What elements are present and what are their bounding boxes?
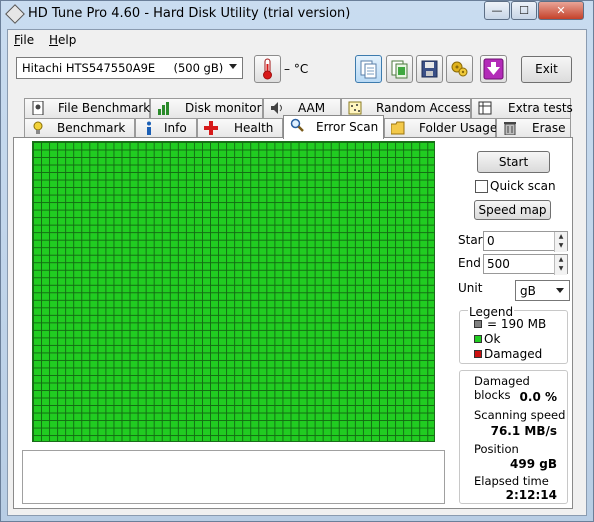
temperature-button[interactable] xyxy=(254,55,281,83)
block-size-label: = 190 MB xyxy=(487,317,547,331)
save-icon xyxy=(421,60,438,78)
ok-label: Ok xyxy=(484,332,501,346)
tab-benchmark[interactable]: Benchmark xyxy=(24,118,135,138)
trash-icon xyxy=(504,122,516,135)
position-value: 499 gB xyxy=(510,457,557,471)
tab-extra-tests[interactable]: Extra tests xyxy=(471,98,573,118)
copy-screenshot-button[interactable] xyxy=(386,55,413,83)
quick-scan-label: Quick scan xyxy=(490,179,556,193)
file-benchmark-icon xyxy=(32,101,44,115)
block-size-swatch xyxy=(474,320,482,328)
unit-label: Unit xyxy=(458,281,483,295)
quick-scan-checkbox[interactable] xyxy=(475,180,488,193)
copy-text-icon xyxy=(360,60,377,79)
menu-file[interactable]: File xyxy=(14,33,34,47)
window-title: HD Tune Pro 4.60 - Hard Disk Utility (tr… xyxy=(28,6,351,21)
temperature-readout: – °C xyxy=(284,62,309,76)
minimize-button[interactable]: — xyxy=(484,1,510,20)
damaged-label: Damaged xyxy=(484,347,543,361)
copy-text-button[interactable] xyxy=(355,55,382,83)
random-access-icon xyxy=(348,101,362,115)
download-button[interactable] xyxy=(480,55,507,83)
menu-bar: File Help xyxy=(7,30,585,50)
damaged-blocks-value: 0.0 % xyxy=(519,390,557,404)
end-spinner[interactable]: ▲ ▼ xyxy=(554,255,567,275)
info-icon xyxy=(147,121,151,135)
benchmark-icon xyxy=(33,121,43,134)
legend-box: Legend = 190 MB Ok Damaged xyxy=(459,305,568,364)
save-button[interactable] xyxy=(416,55,443,83)
health-cross-icon xyxy=(204,121,218,135)
elapsed-time-value: 2:12:14 xyxy=(505,488,557,502)
drive-select[interactable]: Hitachi HTS547550A9E (500 gB) xyxy=(16,57,243,79)
maximize-button[interactable]: ☐ xyxy=(511,1,537,20)
tab-error-scan[interactable]: Error Scan xyxy=(283,115,384,139)
tab-health[interactable]: Health xyxy=(197,118,283,138)
app-diamond-icon xyxy=(5,4,25,24)
tab-file-benchmark[interactable]: File Benchmark xyxy=(24,98,150,118)
thermometer-icon xyxy=(263,58,272,80)
folder-icon xyxy=(391,121,405,135)
elapsed-time-label: Elapsed time xyxy=(474,474,549,488)
chevron-down-icon[interactable] xyxy=(556,288,564,293)
scanning-speed-label: Scanning speed xyxy=(474,408,566,422)
tab-folder-usage[interactable]: Folder Usage xyxy=(384,118,497,138)
start-button[interactable]: Start xyxy=(477,151,550,173)
title-bar[interactable]: HD Tune Pro 4.60 - Hard Disk Utility (tr… xyxy=(0,0,592,28)
options-icon xyxy=(451,61,468,77)
tab-disk-monitor[interactable]: Disk monitor xyxy=(150,98,263,118)
damaged-swatch xyxy=(474,350,482,358)
start-spinner[interactable]: ▲ ▼ xyxy=(554,232,567,252)
extra-tests-icon xyxy=(478,101,492,115)
speed-map-button[interactable]: Speed map xyxy=(474,200,551,220)
copy-screenshot-icon xyxy=(391,60,408,79)
end-label: End xyxy=(458,256,481,270)
scan-block-grid xyxy=(32,141,435,442)
position-label: Position xyxy=(474,442,519,456)
exit-button[interactable]: Exit xyxy=(521,56,572,83)
chevron-down-icon[interactable] xyxy=(229,64,237,69)
download-icon xyxy=(483,58,504,80)
magnifier-icon xyxy=(290,118,304,132)
scan-log-box[interactable] xyxy=(22,450,445,504)
tab-erase[interactable]: Erase xyxy=(496,118,571,138)
options-button[interactable] xyxy=(446,55,473,83)
tab-info[interactable]: Info xyxy=(135,118,197,138)
disk-monitor-icon xyxy=(158,102,169,115)
ok-swatch xyxy=(474,335,482,343)
scanning-speed-value: 76.1 MB/s xyxy=(490,424,557,438)
speaker-icon xyxy=(271,102,282,114)
scan-stats-box: Damaged blocks 0.0 % Scanning speed 76.1… xyxy=(459,370,568,504)
close-button[interactable]: ✕ xyxy=(538,1,584,20)
menu-help[interactable]: Help xyxy=(49,33,76,47)
